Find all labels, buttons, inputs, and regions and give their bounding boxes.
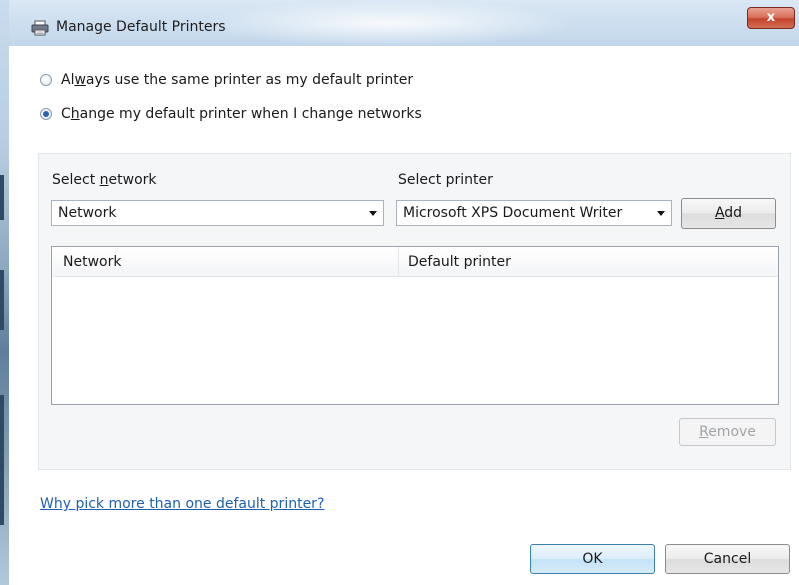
close-icon: x: [766, 10, 776, 25]
printer-dropdown-value: Microsoft XPS Document Writer: [403, 205, 623, 221]
list-header: Network Default printer: [52, 247, 778, 277]
add-button[interactable]: Add: [681, 198, 776, 229]
select-printer-label: Select printer: [398, 172, 493, 188]
chevron-down-icon: [369, 211, 377, 216]
window-left-frame: [0, 0, 9, 585]
ok-button-label: OK: [582, 551, 603, 567]
help-link[interactable]: Why pick more than one default printer?: [40, 496, 324, 512]
printer-dropdown[interactable]: Microsoft XPS Document Writer: [396, 200, 672, 226]
change-printer-with-network-radio[interactable]: [40, 108, 52, 120]
close-button[interactable]: x: [747, 7, 795, 29]
always-same-printer-option[interactable]: Always use the same printer as my defaul…: [40, 72, 413, 88]
title-bar[interactable]: Manage Default Printers x: [9, 0, 799, 46]
cancel-button-label: Cancel: [703, 551, 752, 567]
always-same-printer-label: Always use the same printer as my defaul…: [61, 72, 414, 88]
change-printer-with-network-label: Change my default printer when I change …: [61, 106, 422, 122]
printer-icon: [31, 20, 49, 36]
select-network-label: Select network: [52, 172, 157, 188]
column-header-default-printer[interactable]: Default printer: [408, 254, 511, 270]
cancel-button[interactable]: Cancel: [665, 544, 790, 574]
window-title: Manage Default Printers: [56, 19, 226, 35]
column-header-network[interactable]: Network: [63, 254, 121, 270]
ok-button[interactable]: OK: [530, 544, 655, 574]
network-dropdown-value: Network: [58, 205, 117, 221]
always-same-printer-radio[interactable]: [40, 74, 52, 86]
network-printer-list[interactable]: Network Default printer: [51, 246, 779, 405]
chevron-down-icon: [657, 211, 665, 216]
network-dropdown[interactable]: Network: [51, 200, 384, 226]
manage-default-printers-dialog: Manage Default Printers x Always use the…: [0, 0, 799, 585]
remove-button[interactable]: Remove: [679, 418, 776, 446]
remove-button-label: Remove: [699, 424, 756, 440]
add-button-label: Add: [714, 205, 743, 221]
change-printer-with-network-option[interactable]: Change my default printer when I change …: [40, 106, 422, 122]
